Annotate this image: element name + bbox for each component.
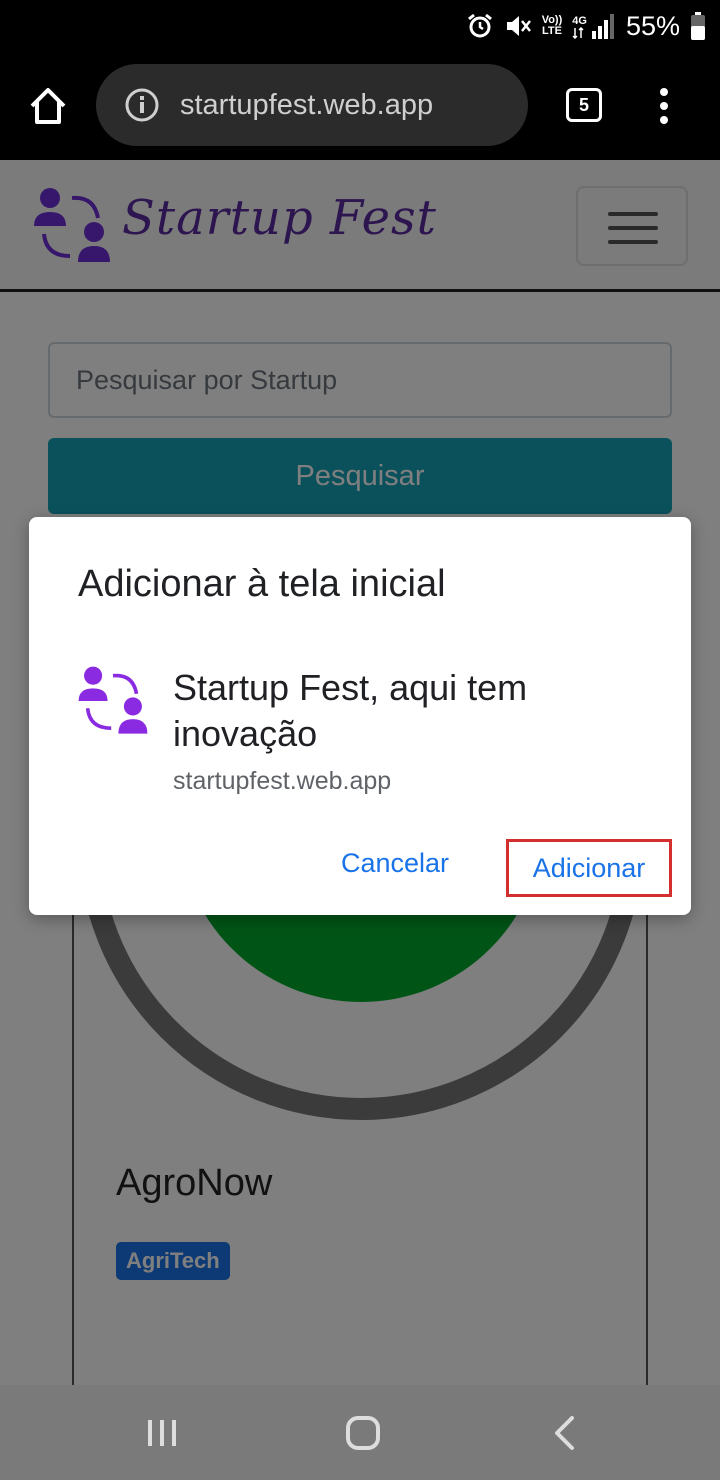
app-url: startupfest.web.app [173,767,392,795]
add-to-home-dialog: Adicionar à tela inicial Startup Fest, a… [29,517,691,915]
mute-icon [506,16,531,36]
battery-icon [691,12,705,40]
info-icon[interactable] [124,87,160,123]
dialog-title: Adicionar à tela inicial [78,563,446,605]
signal-type-label: 4G [572,15,587,27]
cancel-button[interactable]: Cancelar [329,843,461,883]
data-arrows-icon [572,27,584,39]
back-icon[interactable] [552,1415,576,1451]
tab-switcher-button[interactable]: 5 [566,88,602,122]
app-icon [78,666,148,734]
home-nav-icon[interactable] [345,1415,381,1451]
browser-toolbar: startupfest.web.app 5 [0,52,720,160]
battery-percent: 55% [625,10,680,41]
address-bar[interactable]: startupfest.web.app [96,64,528,146]
recents-icon[interactable] [146,1418,178,1448]
status-bar: Vo)) LTE 4G 55% [0,0,720,52]
app-name[interactable]: Startup Fest, aqui tem inovação [173,665,643,757]
system-nav-bar [0,1385,720,1480]
signal-bars-icon [591,14,614,39]
add-button[interactable]: Adicionar [506,839,672,897]
volte-icon: Vo)) LTE [542,15,563,37]
lte-label: LTE [541,25,562,37]
url-text[interactable]: startupfest.web.app [180,89,433,122]
alarm-icon [467,13,492,38]
signal-icon: 4G [572,13,616,39]
home-icon[interactable] [26,84,70,128]
more-options-icon[interactable] [650,86,678,126]
status-icons: Vo)) LTE 4G 55% [466,8,706,44]
